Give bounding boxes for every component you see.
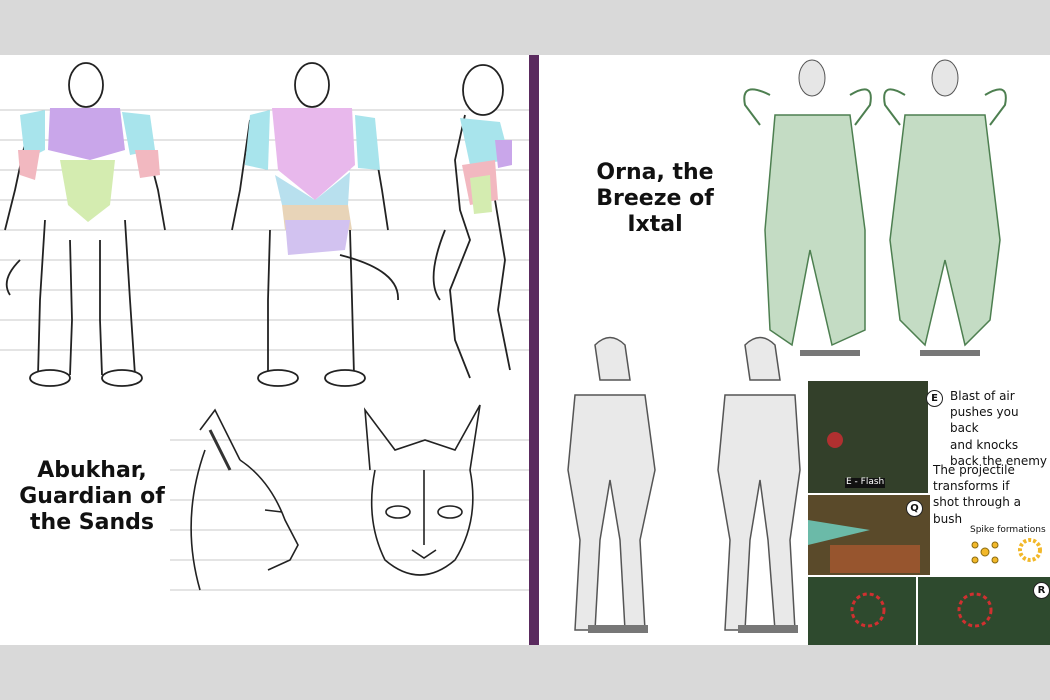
orna-caped-front-figure xyxy=(743,59,872,356)
orna-armored-front-figure xyxy=(567,336,656,633)
abukhar-side-figure xyxy=(432,64,511,379)
orna-armored-back-figure xyxy=(717,336,801,633)
abukhar-front-muscle-map xyxy=(18,108,160,222)
ability-e-badge: E xyxy=(926,390,943,407)
abukhar-title-line1: Abukhar, xyxy=(37,458,147,483)
abukhar-title: Abukhar, Guardian of the Sands xyxy=(12,458,172,536)
ability-q-note-line1: The projectile xyxy=(933,463,1015,477)
ability-q-note: The projectile transforms if shot throug… xyxy=(933,462,1045,527)
ability-q-badge: Q xyxy=(906,500,923,517)
ability-q-note-line2: transforms if xyxy=(933,479,1010,494)
abukhar-title-line2: Guardian of xyxy=(19,483,165,509)
abukhar-back-muscle-map xyxy=(245,108,380,255)
ability-e-note-line2: pushes you back xyxy=(950,405,1019,436)
ability-e-note-line3: and knocks xyxy=(950,437,1019,452)
abukhar-head-front xyxy=(363,404,481,576)
ability-e-flash-label: E - Flash xyxy=(846,477,885,487)
orna-title-line1: Orna, the xyxy=(596,160,714,185)
abukhar-title-line3: the Sands xyxy=(30,509,154,535)
abukhar-sketch-art xyxy=(0,59,1050,645)
ability-r-screenshot xyxy=(808,577,1050,645)
orna-title-line2: Breeze of Ixtal xyxy=(596,185,714,237)
ability-e-note-line1: Blast of air xyxy=(950,389,1015,403)
orna-title: Orna, the Breeze of Ixtal xyxy=(565,160,745,238)
spike-formations-label: Spike formations xyxy=(970,525,1046,535)
ability-e-note: Blast of air pushes you back and knocks … xyxy=(950,388,1048,469)
spike-formations-diagram xyxy=(971,538,1042,564)
ability-q-note-line3: shot through a xyxy=(933,495,1022,510)
orna-caped-back-figure xyxy=(883,59,1007,356)
ability-r-badge: R xyxy=(1033,582,1050,599)
